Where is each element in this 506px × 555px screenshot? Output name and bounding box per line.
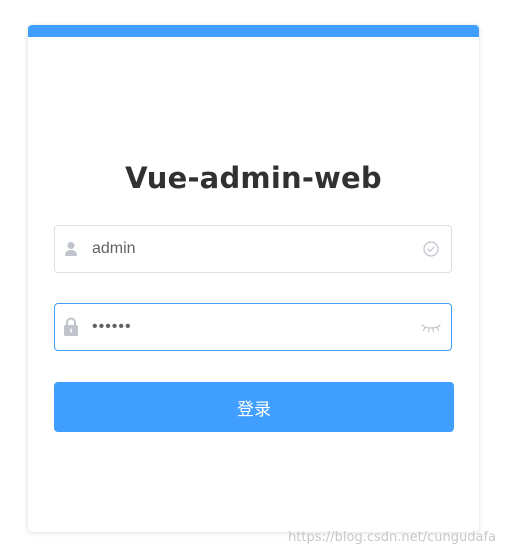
login-button[interactable]: 登录 — [54, 382, 454, 432]
login-card: Vue-admin-web admin •••••• 登录 — [28, 25, 479, 532]
eye-closed-icon[interactable] — [421, 304, 441, 350]
circle-check-icon — [421, 226, 441, 272]
password-field[interactable]: •••••• — [54, 303, 452, 351]
username-input[interactable]: admin — [92, 226, 136, 272]
watermark: https://blog.csdn.net/cungudafa — [288, 530, 496, 545]
username-field[interactable]: admin — [54, 225, 452, 273]
password-input[interactable]: •••••• — [92, 304, 132, 350]
user-icon — [61, 226, 81, 272]
page-title: Vue-admin-web — [125, 161, 382, 195]
card-accent-bar — [28, 25, 479, 37]
login-page: Vue-admin-web admin •••••• 登录 https://bl… — [0, 0, 506, 555]
lock-icon — [61, 304, 81, 350]
